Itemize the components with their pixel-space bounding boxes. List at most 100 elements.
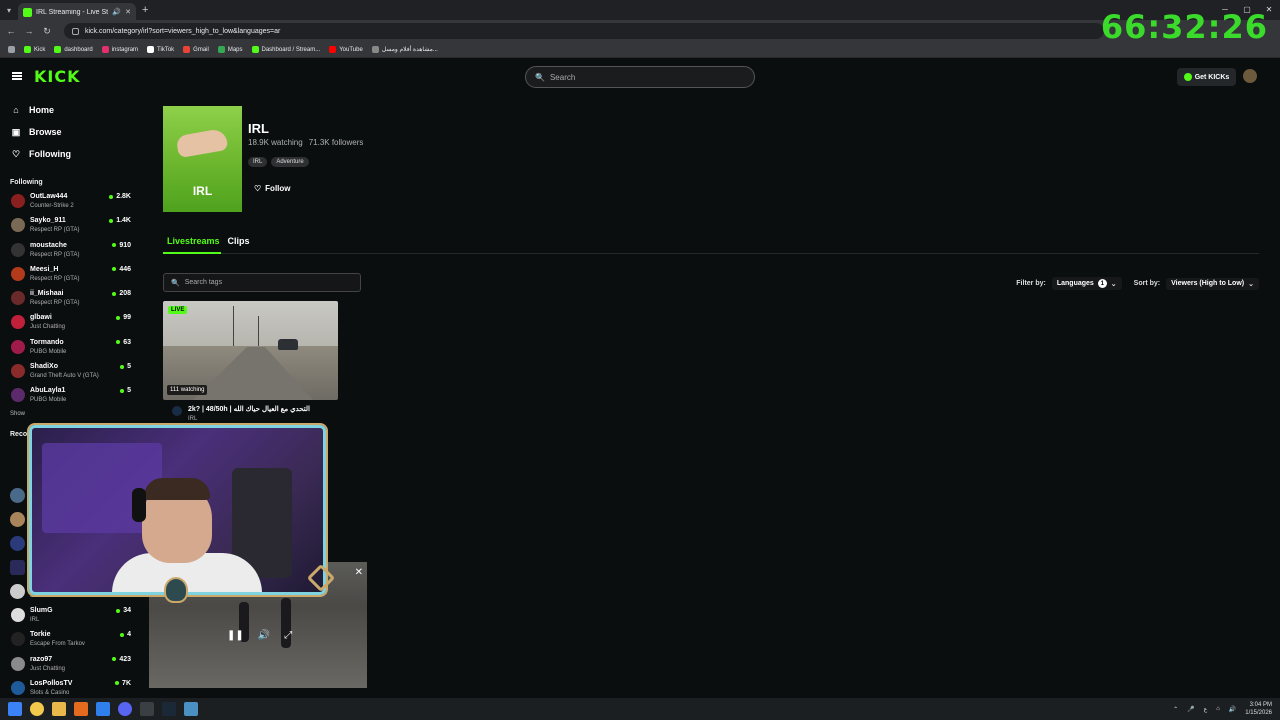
sidebar-channel-item[interactable]: moustache Respect RP (GTA) 910 bbox=[0, 239, 140, 263]
new-tab-button[interactable]: + bbox=[142, 4, 148, 16]
sidebar-channel-item[interactable]: Meesi_H Respect RP (GTA) 446 bbox=[0, 263, 140, 287]
file-explorer-icon[interactable] bbox=[52, 702, 66, 716]
sidebar-nav-following[interactable]: ♡ Following bbox=[0, 143, 140, 165]
viewer-count: 2.8K bbox=[109, 193, 131, 200]
bookmark-item[interactable]: TikTok bbox=[147, 46, 174, 53]
apps-icon[interactable] bbox=[8, 46, 15, 53]
recommended-avatar[interactable] bbox=[10, 536, 25, 551]
tag-adventure[interactable]: Adventure bbox=[271, 157, 309, 167]
sort-dropdown[interactable]: Viewers (High to Low) ⌄ bbox=[1166, 277, 1259, 290]
app-icon[interactable] bbox=[74, 702, 88, 716]
viewer-count: 423 bbox=[112, 656, 131, 663]
channel-game: PUBG Mobile bbox=[30, 397, 67, 404]
speaker-icon[interactable]: 🔊 bbox=[112, 8, 121, 16]
pause-icon[interactable]: ❚❚ bbox=[227, 630, 244, 641]
volume-icon[interactable]: 🔊 bbox=[258, 630, 270, 641]
sidebar-nav-label: Following bbox=[29, 149, 71, 159]
back-icon[interactable]: ← bbox=[6, 26, 16, 36]
sidebar-channel-item[interactable]: AbuLayla1 PUBG Mobile 5 bbox=[0, 384, 140, 408]
tag-irl[interactable]: IRL bbox=[248, 157, 268, 167]
outlook-icon[interactable] bbox=[96, 702, 110, 716]
tab-livestreams[interactable]: Livestreams bbox=[167, 236, 220, 246]
steam-icon[interactable] bbox=[162, 702, 176, 716]
tab-title: IRL Streaming - Live Stream bbox=[36, 8, 109, 16]
bookmark-item[interactable]: Dashboard / Stream... bbox=[251, 46, 320, 53]
bookmark-label: instagram bbox=[111, 46, 139, 53]
sidebar-channel-item[interactable]: Torkie Escape From Tarkov 4 bbox=[0, 628, 140, 652]
windows-start-icon[interactable] bbox=[8, 702, 22, 716]
stream-category[interactable]: IRL bbox=[188, 416, 197, 422]
bookmark-item[interactable]: Kick bbox=[24, 46, 45, 53]
user-avatar[interactable] bbox=[1243, 69, 1257, 83]
sidebar-channel-item[interactable]: ShadiXo Grand Theft Auto V (GTA) 5 bbox=[0, 360, 140, 384]
thumb-pole bbox=[233, 306, 234, 346]
recommended-avatar[interactable] bbox=[10, 488, 25, 503]
sidebar-nav-browse[interactable]: ▣ Browse bbox=[0, 121, 140, 143]
live-dot-icon bbox=[109, 194, 114, 199]
sidebar-channel-item[interactable]: razo97 Just Chatting 423 bbox=[0, 653, 140, 677]
get-kicks-button[interactable]: Get KICKs bbox=[1177, 68, 1236, 86]
bookmark-item[interactable]: مشاهدة أفلام ومسل... bbox=[371, 46, 438, 53]
chrome-icon[interactable] bbox=[30, 702, 44, 716]
discord-icon[interactable] bbox=[118, 702, 132, 716]
bookmark-item[interactable]: instagram bbox=[101, 46, 139, 53]
obs-icon[interactable] bbox=[140, 702, 154, 716]
menu-icon[interactable] bbox=[12, 72, 22, 80]
microphone-icon[interactable]: 🎤 bbox=[1187, 706, 1194, 713]
sidebar-channel-item[interactable]: OutLaw444 Counter-Strike 2 2.8K bbox=[0, 190, 140, 214]
live-dot-icon bbox=[120, 364, 125, 369]
home-icon: ⌂ bbox=[13, 105, 19, 115]
clock[interactable]: 3:04 PM 1/15/2026 bbox=[1245, 701, 1272, 717]
tab-list-dropdown-icon[interactable]: ▾ bbox=[0, 0, 18, 20]
follow-button[interactable]: ♡ Follow bbox=[248, 181, 297, 196]
stream-title[interactable]: 2k? | 48/50h | التحدي مع العيال حياك الل… bbox=[188, 405, 310, 413]
viewer-count-value: 208 bbox=[119, 290, 131, 298]
sidebar-nav-home[interactable]: ⌂ Home bbox=[0, 99, 140, 121]
bookmark-item[interactable]: Maps bbox=[217, 46, 243, 53]
sidebar-channel-item[interactable]: Tormando PUBG Mobile 63 bbox=[0, 336, 140, 360]
bookmark-favicon-icon bbox=[101, 46, 109, 53]
close-icon[interactable]: ✕ bbox=[355, 567, 363, 578]
volume-icon[interactable]: 🔊 bbox=[1229, 706, 1236, 713]
language-indicator[interactable]: ع bbox=[1204, 706, 1208, 713]
show-more-link[interactable]: Show bbox=[0, 411, 140, 425]
app-icon[interactable] bbox=[184, 702, 198, 716]
chevron-up-icon[interactable]: ⌃ bbox=[1173, 706, 1178, 713]
reload-icon[interactable]: ↻ bbox=[42, 26, 52, 37]
tab-clips[interactable]: Clips bbox=[228, 236, 250, 246]
sidebar-channel-item[interactable]: SlumG IRL 34 bbox=[0, 604, 140, 628]
channel-avatar bbox=[11, 364, 25, 379]
recommended-avatar[interactable] bbox=[10, 584, 25, 599]
recommended-avatar[interactable] bbox=[10, 560, 25, 575]
mini-player-controls: ❚❚ 🔊 ⤢ bbox=[227, 630, 292, 641]
bookmark-item[interactable]: Gmail bbox=[183, 46, 209, 53]
viewer-count-value: 99 bbox=[123, 314, 131, 322]
search-input[interactable]: 🔍 Search bbox=[525, 66, 755, 88]
network-icon[interactable]: ⌂ bbox=[1216, 706, 1220, 712]
sidebar-channel-item[interactable]: glbawi Just Chatting 99 bbox=[0, 311, 140, 335]
channel-avatar bbox=[11, 656, 25, 671]
languages-dropdown[interactable]: Languages 1 ⌄ bbox=[1051, 277, 1122, 290]
url-field[interactable]: kick.com/category/irl?sort=viewers_high_… bbox=[64, 23, 1104, 39]
browser-tab-active[interactable]: IRL Streaming - Live Stream 🔊 ✕ bbox=[18, 3, 136, 21]
stream-card-thumbnail[interactable]: LIVE 111 watching bbox=[163, 301, 338, 400]
viewer-count: 446 bbox=[112, 266, 131, 273]
url-text: kick.com/category/irl?sort=viewers_high_… bbox=[85, 27, 281, 35]
category-tags: IRL Adventure bbox=[248, 157, 309, 167]
close-tab-icon[interactable]: ✕ bbox=[125, 8, 131, 16]
forward-icon[interactable]: → bbox=[24, 26, 34, 36]
sidebar-channel-item[interactable]: Sayko_911 Respect RP (GTA) 1.4K bbox=[0, 214, 140, 238]
channel-avatar bbox=[11, 291, 25, 306]
recommended-avatar[interactable] bbox=[10, 512, 25, 527]
kick-logo[interactable]: KICK bbox=[34, 67, 81, 86]
channel-avatar[interactable] bbox=[172, 406, 182, 416]
clock-date: 1/15/2026 bbox=[1245, 710, 1272, 716]
expand-icon[interactable]: ⤢ bbox=[284, 630, 292, 641]
viewer-count: 7K bbox=[115, 680, 131, 687]
channel-avatar bbox=[11, 680, 25, 695]
site-info-icon[interactable] bbox=[72, 27, 79, 35]
search-tags-input[interactable]: 🔍 Search tags bbox=[163, 273, 361, 292]
bookmark-item[interactable]: dashboard bbox=[54, 46, 93, 53]
sidebar-channel-item[interactable]: ii_Mishaai Respect RP (GTA) 208 bbox=[0, 287, 140, 311]
bookmark-item[interactable]: YouTube bbox=[329, 46, 363, 53]
